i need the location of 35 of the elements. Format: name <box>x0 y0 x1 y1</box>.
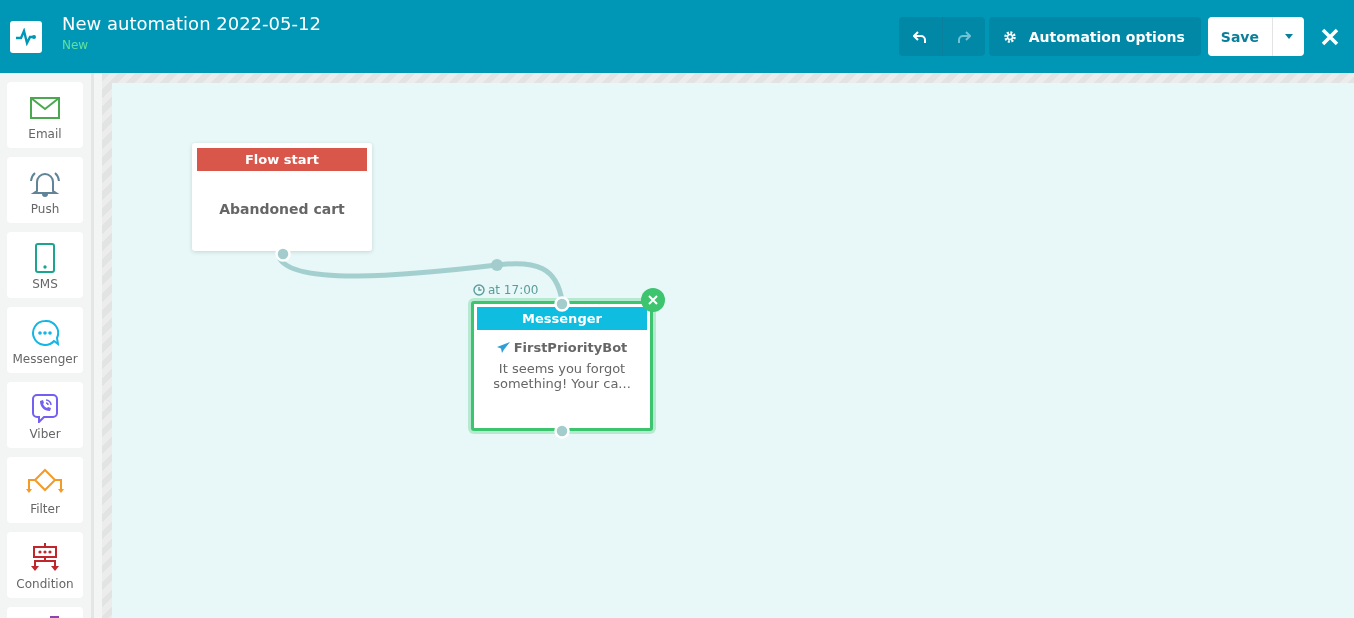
flow-node[interactable]: Flow start Abandoned cart <box>192 143 372 251</box>
flow-node[interactable]: Messenger FirstPriorityBot It seems you forgot something! Your ca... <box>471 301 653 431</box>
palette-item[interactable]: Viber <box>7 382 83 448</box>
automation-options-button[interactable]: Automation options <box>988 17 1201 56</box>
node-header: Messenger <box>477 307 647 330</box>
undo-icon <box>913 29 928 44</box>
output-port[interactable] <box>554 423 570 439</box>
trigger-name: Abandoned cart <box>219 201 345 217</box>
palette-item[interactable]: Email <box>7 82 83 148</box>
logo-icon <box>10 20 42 53</box>
palette-item[interactable]: Filter <box>7 457 83 523</box>
status-label: New <box>62 38 90 52</box>
automation-title: New automation 2022-05-12 <box>62 13 322 34</box>
caret-icon <box>1284 34 1293 39</box>
input-port[interactable] <box>554 296 570 312</box>
robot-branch-icon <box>29 543 61 573</box>
message-preview: It seems you forgot something! Your ca... <box>492 361 632 391</box>
bend-handle[interactable] <box>491 259 503 271</box>
palette-item[interactable]: Push <box>7 157 83 223</box>
send-icon <box>496 342 510 353</box>
chat-bubble-icon <box>31 318 59 348</box>
output-port[interactable] <box>275 246 291 262</box>
phone-bubble-icon <box>31 393 59 423</box>
phone-icon <box>35 243 55 273</box>
palette-item[interactable]: Condition <box>7 532 83 598</box>
delete-button[interactable] <box>641 288 665 312</box>
clock-icon <box>473 284 485 296</box>
redo-icon <box>956 29 971 44</box>
settings-icon <box>1002 29 1017 44</box>
schedule-time: at 17:00 <box>488 283 539 297</box>
palette-item[interactable]: SMS <box>7 232 83 298</box>
node-header: Flow start <box>197 148 367 171</box>
palette-item[interactable]: Messenger <box>7 307 83 373</box>
close-icon <box>648 295 658 305</box>
sender-name: FirstPriorityBot <box>513 340 628 355</box>
